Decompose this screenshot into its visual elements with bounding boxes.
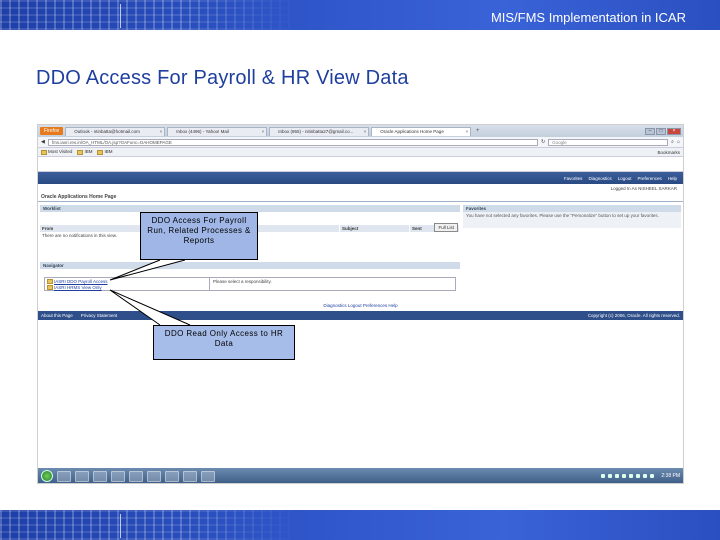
banner-divider	[120, 514, 121, 538]
taskbar-app-icon[interactable]	[111, 470, 125, 482]
banner-pattern	[0, 0, 300, 30]
copyright-text: Copyright (c) 2006, Oracle. All rights r…	[587, 313, 680, 318]
taskbar-app-icon[interactable]	[57, 470, 71, 482]
responsibility-hrms-link[interactable]: IASRI HRMS View Only	[54, 285, 102, 290]
slide-header: MIS/FMS Implementation in ICAR	[490, 10, 686, 25]
oracle-global-bar: Favorites Diagnostics Logout Preferences…	[38, 172, 683, 184]
taskbar-app-icon[interactable]	[201, 470, 215, 482]
browser-tab[interactable]: Outlook - ntinbatta@hotmail.com ×	[65, 126, 166, 136]
global-link-logout[interactable]: Logout	[618, 176, 632, 181]
oracle-page-title: Oracle Applications Home Page	[38, 193, 683, 202]
tab-label: Outlook - ntinbatta@hotmail.com	[74, 128, 140, 134]
url-field[interactable]: fms.iasri.res.in/OA_HTML/OA.jsp?OAFunc=O…	[47, 138, 538, 146]
taskbar-clock[interactable]: 2:38 PM	[661, 473, 680, 479]
taskbar-app-icon[interactable]	[147, 470, 161, 482]
close-icon[interactable]: ×	[262, 128, 265, 136]
folder-icon	[47, 279, 53, 285]
footer-links[interactable]: Diagnostics Logout Preferences Help	[38, 303, 683, 308]
bookmark-label: IBM	[84, 149, 93, 155]
footer-bar: About this Page Privacy Statement Copyri…	[38, 311, 683, 320]
folder-icon	[41, 149, 47, 155]
tab-label: Inbox (865) - nitinbatta27@gmail.co...	[278, 128, 354, 134]
bookmark-item[interactable]: IBM	[97, 149, 113, 155]
top-banner: MIS/FMS Implementation in ICAR	[0, 0, 720, 30]
bookmarks-menu[interactable]: Bookmarks	[657, 150, 680, 155]
favorites-header: Favorites	[463, 205, 681, 212]
favorites-region: Favorites You have not selected any favo…	[463, 205, 681, 228]
browser-tab[interactable]: Inbox (865) - nitinbatta27@gmail.co... ×	[269, 126, 370, 136]
bookmark-label: IBM	[104, 149, 113, 155]
tray-icon[interactable]	[650, 474, 655, 478]
bookmark-item[interactable]: Most Visited	[41, 149, 73, 155]
windows-taskbar: 2:38 PM	[38, 468, 683, 483]
responsibility-list: IASRI DDO Payroll Access IASRI HRMS View…	[45, 278, 210, 290]
responsibility-payroll-link[interactable]: IASRI DDO Payroll Access	[54, 279, 108, 284]
navigator-message: Please select a responsibility.	[213, 279, 272, 284]
bookmarks-bar: Most Visited IBM IBM Bookmarks	[38, 148, 683, 157]
back-icon[interactable]: ◀	[41, 139, 45, 145]
system-tray: 2:38 PM	[601, 473, 680, 479]
bookmark-label: Most Visited	[48, 149, 73, 155]
tray-icon[interactable]	[608, 474, 613, 478]
taskbar-app-icon[interactable]	[75, 470, 89, 482]
search-icon[interactable]: ⌕	[671, 139, 674, 145]
callout-hr: DDO Read Only Access to HR Data	[153, 325, 295, 360]
global-link-favorites[interactable]: Favorites	[564, 176, 583, 181]
firefox-menu-button[interactable]: Firefox	[40, 127, 64, 135]
favorites-message: You have not selected any favorites. Ple…	[466, 213, 659, 218]
oracle-header	[38, 157, 683, 172]
maximize-icon[interactable]: □	[656, 127, 666, 135]
banner-divider	[120, 4, 121, 28]
new-tab-icon[interactable]: +	[473, 127, 482, 136]
taskbar-app-icon[interactable]	[165, 470, 179, 482]
full-list-button[interactable]: Full List	[434, 223, 458, 232]
tray-icon[interactable]	[629, 474, 634, 478]
taskbar-app-icon[interactable]	[129, 470, 143, 482]
tray-icon[interactable]	[622, 474, 627, 478]
folder-icon	[47, 284, 53, 290]
privacy-link[interactable]: Privacy Statement	[81, 313, 118, 318]
browser-screenshot: Firefox Outlook - ntinbatta@hotmail.com ×…	[37, 124, 684, 484]
worklist-header: Worklist	[40, 205, 460, 212]
col-subject[interactable]: Subject	[340, 225, 410, 232]
tab-label: Inbox (4496) - Yahoo! Mail	[176, 128, 229, 134]
browser-tab[interactable]: Inbox (4496) - Yahoo! Mail ×	[167, 126, 268, 136]
browser-tab-active[interactable]: Oracle Applications Home Page ×	[371, 126, 472, 136]
reload-icon[interactable]: ↻	[541, 139, 545, 145]
bookmark-item[interactable]: IBM	[77, 149, 93, 155]
navigator-header: Navigator	[40, 262, 460, 269]
taskbar-app-icon[interactable]	[93, 470, 107, 482]
tab-label: Oracle Applications Home Page	[380, 128, 444, 134]
about-page-link[interactable]: About this Page	[41, 313, 73, 318]
home-icon[interactable]: ⌂	[677, 139, 680, 145]
global-link-preferences[interactable]: Preferences	[637, 176, 661, 181]
start-button-icon[interactable]	[41, 470, 53, 482]
browser-nav-bar: ◀ fms.iasri.res.in/OA_HTML/OA.jsp?OAFunc…	[38, 137, 683, 148]
slide-title: DDO Access For Payroll & HR View Data	[36, 67, 409, 89]
window-controls: – □ ×	[645, 127, 681, 135]
search-field[interactable]: Google	[548, 138, 669, 146]
logged-in-text: Logged In As NISHEEL SARKAR	[610, 186, 677, 191]
tray-icon[interactable]	[643, 474, 648, 478]
close-icon[interactable]: ×	[364, 128, 367, 136]
banner-pattern	[0, 510, 300, 540]
close-icon[interactable]: ×	[466, 128, 469, 136]
folder-icon	[97, 149, 104, 155]
folder-icon	[77, 149, 84, 155]
minimize-icon[interactable]: –	[645, 127, 655, 135]
callout-payroll: DDO Access For Payroll Run, Related Proc…	[140, 212, 258, 260]
close-icon[interactable]: ×	[160, 128, 163, 136]
tray-icon[interactable]	[615, 474, 620, 478]
tray-icon[interactable]	[636, 474, 641, 478]
tray-icon[interactable]	[601, 474, 606, 478]
close-window-icon[interactable]: ×	[667, 127, 681, 135]
bottom-banner	[0, 510, 720, 540]
global-link-diagnostics[interactable]: Diagnostics	[588, 176, 611, 181]
navigator-region: Navigator IASRI DDO Payroll Access IASRI…	[40, 262, 460, 291]
navigator-box: IASRI DDO Payroll Access IASRI HRMS View…	[44, 277, 456, 291]
browser-tab-bar: Firefox Outlook - ntinbatta@hotmail.com ×…	[38, 125, 683, 137]
taskbar-app-icon[interactable]	[183, 470, 197, 482]
global-link-help[interactable]: Help	[668, 176, 677, 181]
